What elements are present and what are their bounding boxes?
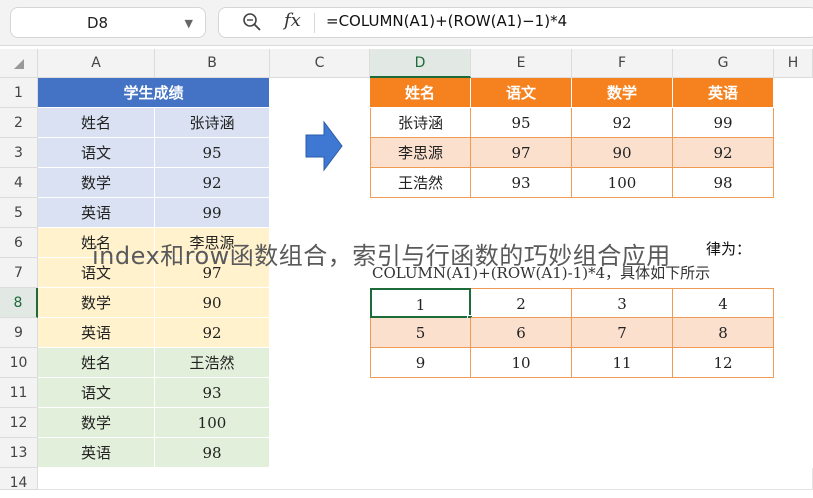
right-table-cell[interactable]: 92 — [673, 138, 774, 168]
row-header-5[interactable]: 5 — [0, 198, 38, 228]
index-cell[interactable]: 9 — [370, 348, 471, 378]
row-header-10[interactable]: 10 — [0, 348, 38, 378]
index-cell[interactable]: 8 — [673, 318, 774, 348]
left-table-cell[interactable]: 姓名 — [38, 108, 155, 138]
column-header-b[interactable]: B — [155, 49, 270, 78]
fx-icon[interactable]: fx — [284, 10, 301, 31]
right-table-cell[interactable]: 张诗涵 — [370, 108, 471, 138]
row-header-4[interactable]: 4 — [0, 168, 38, 198]
name-box[interactable]: D8 ▼ — [10, 7, 206, 38]
right-table-header[interactable]: 姓名 — [370, 78, 471, 108]
left-table-cell[interactable]: 姓名 — [38, 348, 155, 378]
column-header-c[interactable]: C — [270, 49, 370, 78]
overlay-caption: index和row函数组合，索引与行函数的巧妙组合应用 — [92, 242, 671, 270]
index-cell-selected[interactable]: 1 — [370, 288, 471, 318]
index-cell[interactable]: 4 — [673, 288, 774, 318]
note-line-1-tail: 律为： — [706, 240, 752, 258]
left-table-cell[interactable]: 英语 — [38, 318, 155, 348]
row-header-13[interactable]: 13 — [0, 438, 38, 468]
column-header-d[interactable]: D — [370, 49, 471, 78]
name-box-value: D8 — [87, 14, 109, 32]
right-table-cell[interactable]: 王浩然 — [370, 168, 471, 198]
row-header-11[interactable]: 11 — [0, 378, 38, 408]
right-table-cell[interactable]: 90 — [572, 138, 673, 168]
column-header-h[interactable]: H — [774, 49, 813, 78]
row-header-9[interactable]: 9 — [0, 318, 38, 348]
left-table-cell[interactable]: 王浩然 — [155, 348, 270, 378]
left-table-cell[interactable]: 英语 — [38, 438, 155, 468]
right-table-cell[interactable]: 95 — [471, 108, 572, 138]
select-all-corner[interactable] — [0, 49, 38, 78]
left-table-cell[interactable]: 93 — [155, 378, 270, 408]
index-cell[interactable]: 5 — [370, 318, 471, 348]
index-cell[interactable]: 12 — [673, 348, 774, 378]
row-header-8[interactable]: 8 — [0, 288, 38, 318]
right-arrow-icon — [305, 120, 343, 172]
left-table-cell[interactable]: 100 — [155, 408, 270, 438]
right-table-cell[interactable]: 李思源 — [370, 138, 471, 168]
left-table-cell[interactable]: 92 — [155, 318, 270, 348]
right-table-cell[interactable]: 92 — [572, 108, 673, 138]
left-table-cell[interactable]: 张诗涵 — [155, 108, 270, 138]
right-table-cell[interactable]: 99 — [673, 108, 774, 138]
left-table-cell[interactable]: 语文 — [38, 378, 155, 408]
formula-divider — [314, 13, 315, 33]
corner-triangle-icon — [14, 59, 24, 69]
index-cell[interactable]: 2 — [471, 288, 572, 318]
index-cell[interactable]: 11 — [572, 348, 673, 378]
row-header-1[interactable]: 1 — [0, 78, 38, 108]
right-table-header[interactable]: 语文 — [471, 78, 572, 108]
row-header-6[interactable]: 6 — [0, 228, 38, 258]
right-table-cell[interactable]: 100 — [572, 168, 673, 198]
left-table-cell[interactable]: 语文 — [38, 138, 155, 168]
formula-text[interactable]: =COLUMN(A1)+(ROW(A1)−1)*4 — [326, 12, 567, 30]
right-table-cell[interactable]: 97 — [471, 138, 572, 168]
column-header-f[interactable]: F — [572, 49, 673, 78]
index-cell[interactable]: 3 — [572, 288, 673, 318]
column-header-e[interactable]: E — [471, 49, 572, 78]
left-table-cell[interactable]: 92 — [155, 168, 270, 198]
zoom-icon[interactable] — [242, 12, 262, 32]
left-table-cell[interactable]: 英语 — [38, 198, 155, 228]
row-header-3[interactable]: 3 — [0, 138, 38, 168]
right-table-cell[interactable]: 98 — [673, 168, 774, 198]
index-cell[interactable]: 10 — [471, 348, 572, 378]
index-cell[interactable]: 7 — [572, 318, 673, 348]
row-header-12[interactable]: 12 — [0, 408, 38, 438]
empty-row[interactable] — [38, 468, 813, 490]
left-table-cell[interactable]: 数学 — [38, 288, 155, 318]
right-table-header[interactable]: 英语 — [673, 78, 774, 108]
column-header-g[interactable]: G — [673, 49, 774, 78]
left-table-cell[interactable]: 数学 — [38, 168, 155, 198]
column-header-a[interactable]: A — [38, 49, 155, 78]
row-header-7[interactable]: 7 — [0, 258, 38, 288]
right-table-header[interactable]: 数学 — [572, 78, 673, 108]
row-header-2[interactable]: 2 — [0, 108, 38, 138]
left-table-cell[interactable]: 90 — [155, 288, 270, 318]
chevron-down-icon[interactable]: ▼ — [185, 8, 193, 39]
left-table-cell[interactable]: 98 — [155, 438, 270, 468]
index-cell[interactable]: 6 — [471, 318, 572, 348]
left-table-cell[interactable]: 数学 — [38, 408, 155, 438]
left-table-cell[interactable]: 95 — [155, 138, 270, 168]
row-header-14[interactable]: 14 — [0, 468, 38, 491]
left-table-title[interactable]: 学生成绩 — [38, 78, 270, 108]
right-table-cell[interactable]: 93 — [471, 168, 572, 198]
left-table-cell[interactable]: 99 — [155, 198, 270, 228]
